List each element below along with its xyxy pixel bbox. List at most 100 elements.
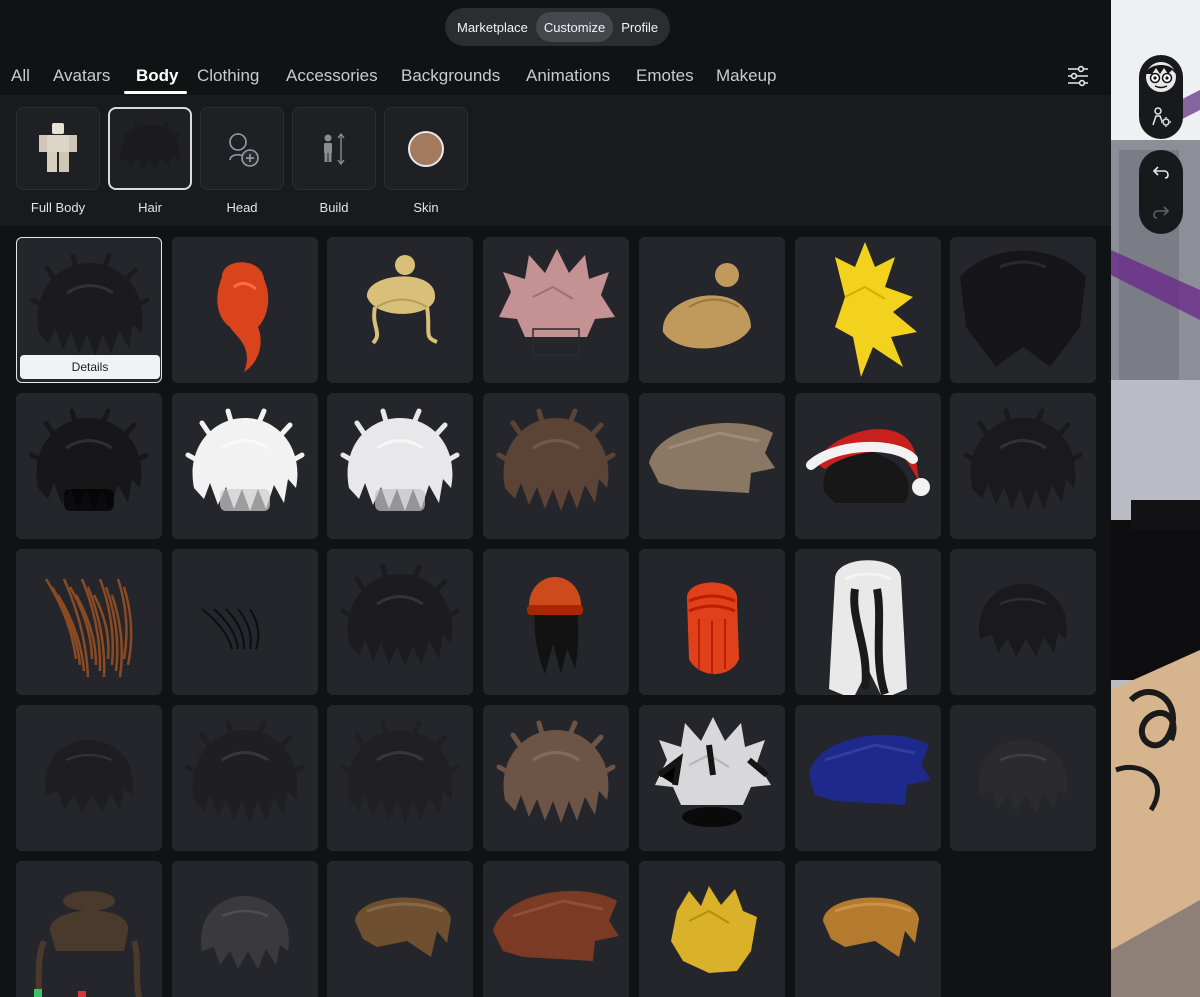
hair-thumbnail-icon [496,720,616,823]
hair-thumbnail-icon [963,408,1083,511]
hair-item-7[interactable] [950,237,1096,383]
hair-item-8[interactable] [16,393,162,539]
subcategory-strip: Full Body Hair Head Build Skin [0,95,1111,226]
head-add-icon [229,132,259,167]
subcategory-full-body[interactable]: Full Body [16,107,100,215]
subcategory-label: Full Body [30,200,86,215]
hair-thumbnail-icon [355,897,451,957]
hair-thumbnail-icon [201,896,289,969]
tab-backgrounds[interactable]: Backgrounds [401,66,500,86]
redo-icon [1153,206,1170,219]
hair-item-21[interactable] [950,549,1096,695]
subcategory-label: Build [319,200,349,215]
nav-marketplace-button[interactable]: Marketplace [449,12,536,42]
hair-item-24[interactable] [327,705,473,851]
tab-all[interactable]: All [11,66,30,86]
hair-item-15[interactable] [16,549,162,695]
hair-item-6[interactable] [795,237,941,383]
history-controls-pill [1139,150,1183,234]
hair-item-26[interactable] [639,705,785,851]
tab-accessories[interactable]: Accessories [286,66,378,86]
hair-item-12[interactable] [639,393,785,539]
subcategory-skin[interactable]: Skin [384,107,468,215]
avatar-settings-button[interactable] [1139,95,1183,139]
undo-icon [1152,166,1169,179]
subcategory-label: Hair [138,200,162,215]
subcategory-label: Skin [413,200,439,215]
hair-item-17[interactable] [327,549,473,695]
hair-item-1[interactable]: Details [16,237,162,383]
hair-item-32[interactable] [483,861,629,997]
hair-item-22[interactable] [16,705,162,851]
hair-item-27[interactable] [795,705,941,851]
hair-item-18[interactable] [483,549,629,695]
details-button[interactable]: Details [20,355,160,379]
hair-thumbnail-icon [960,250,1086,367]
hair-item-4[interactable] [483,237,629,383]
hair-thumbnail-icon [979,584,1067,657]
hair-thumbnail-icon [806,429,930,503]
subcategory-build[interactable]: Build [292,107,376,215]
avatar-headshot-button[interactable] [1139,55,1183,99]
hair-item-34[interactable] [795,861,941,997]
hair-item-3[interactable] [327,237,473,383]
hair-thumbnail-icon [340,720,460,823]
top-nav-segmented-control: Marketplace Customize Profile [445,8,670,46]
hair-thumbnail-icon [499,249,615,356]
hair-thumbnail-icon [493,891,619,961]
build-height-icon [324,132,345,165]
avatar-settings-icon [1152,107,1171,127]
tab-makeup[interactable]: Makeup [716,66,776,86]
hair-item-9[interactable] [172,393,318,539]
hair-item-33[interactable] [639,861,785,997]
active-tab-indicator [124,91,187,94]
hair-thumbnail-icon [979,740,1067,813]
hair-item-28[interactable] [950,705,1096,851]
hair-item-11[interactable] [483,393,629,539]
hair-thumbnail-icon [835,242,917,377]
hair-thumbnail-icon [823,897,919,957]
hair-item-13[interactable] [795,393,941,539]
tab-emotes[interactable]: Emotes [636,66,694,86]
hair-item-25[interactable] [483,705,629,851]
hair-thumbnail-icon [201,608,260,650]
hair-thumbnail-icon [809,735,931,805]
nav-customize-button[interactable]: Customize [535,12,614,42]
filter-sliders-icon[interactable] [1064,62,1092,90]
undo-button[interactable] [1139,150,1183,194]
subcategory-hair[interactable]: Hair [108,107,192,215]
hair-item-14[interactable] [950,393,1096,539]
hair-thumbnail-icon [185,408,305,511]
hair-thumbnail-icon [44,578,133,678]
hair-thumbnail-icon [496,408,616,511]
hair-item-20[interactable] [795,549,941,695]
hair-thumbnail-icon [829,560,907,695]
hair-thumbnail-icon [29,408,149,511]
hair-item-23[interactable] [172,705,318,851]
hair-item-29[interactable] [16,861,162,997]
redo-button[interactable] [1139,190,1183,234]
tab-animations[interactable]: Animations [526,66,610,86]
subcategory-head[interactable]: Head [200,107,284,215]
hair-item-16[interactable] [172,549,318,695]
hair-thumbnail-icon [527,577,583,674]
hair-thumbnail-icon [655,717,771,827]
hair-item-10[interactable] [327,393,473,539]
hair-thumbnail-icon [340,564,460,667]
hair-item-19[interactable] [639,549,785,695]
hair-item-30[interactable] [172,861,318,997]
full-body-avatar-icon [39,122,77,172]
hair-item-2[interactable] [172,237,318,383]
avatar-preview-area[interactable] [1111,0,1200,997]
tab-avatars[interactable]: Avatars [53,66,110,86]
tab-clothing[interactable]: Clothing [197,66,259,86]
tab-body[interactable]: Body [136,66,179,86]
subcategory-label: Head [226,200,258,215]
hair-thumbnail-icon [671,886,757,973]
avatar-headshot-icon [1146,62,1176,92]
nav-profile-button[interactable]: Profile [613,12,666,42]
hair-item-5[interactable] [639,237,785,383]
category-tabs: All Avatars Body Clothing Accessories Ba… [0,56,1111,94]
hair-item-31[interactable] [327,861,473,997]
hair-thumbnail-icon [120,121,181,169]
